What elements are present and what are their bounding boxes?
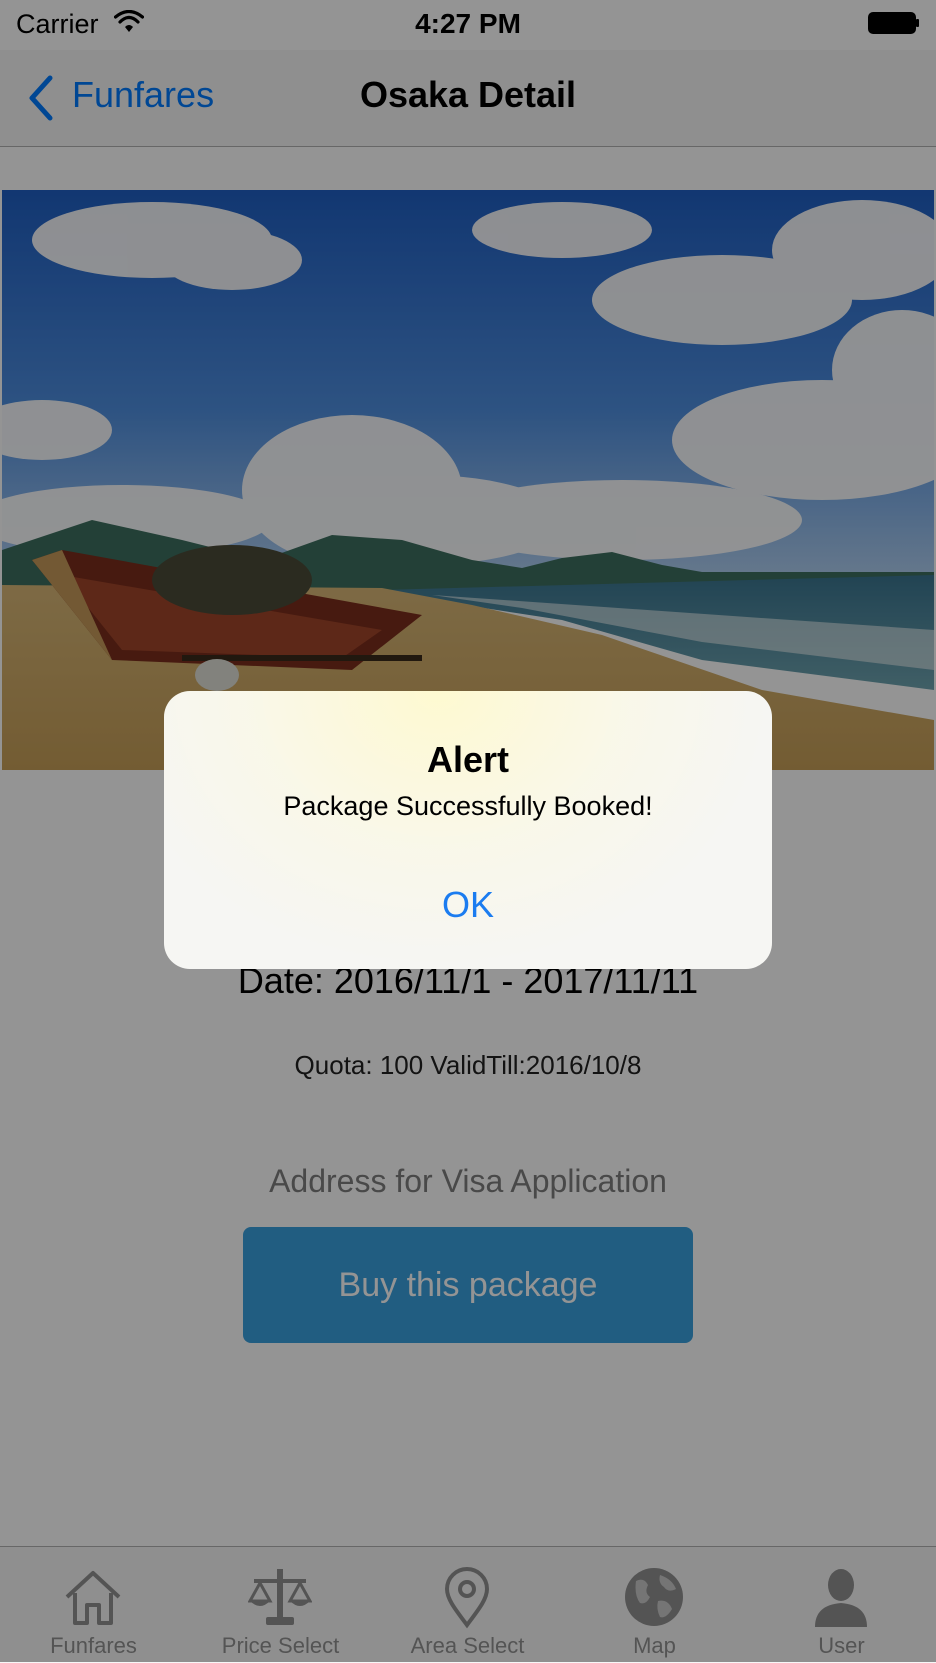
app-screen: Carrier 4:27 PM Funfares Osaka Detail Da… bbox=[0, 0, 936, 1663]
alert-dialog: Alert Package Successfully Booked! OK bbox=[164, 691, 772, 969]
alert-message: Package Successfully Booked! bbox=[283, 791, 653, 821]
alert-title: Alert bbox=[426, 739, 510, 780]
alert-ok-button[interactable]: OK bbox=[164, 841, 772, 969]
